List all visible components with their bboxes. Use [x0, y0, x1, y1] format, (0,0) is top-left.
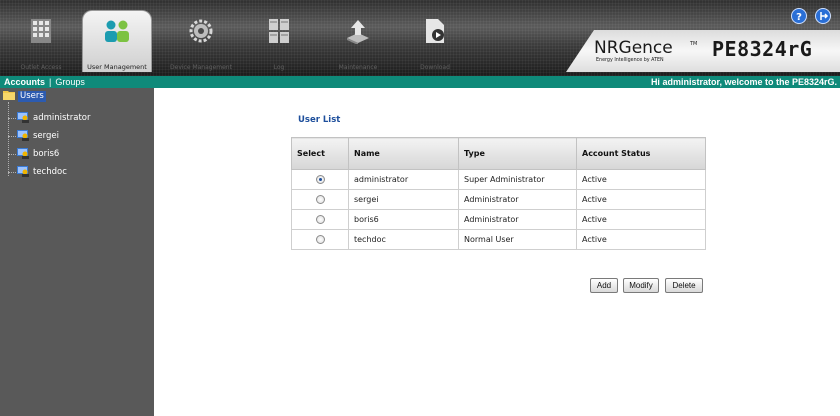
modify-button[interactable]: Modify [623, 278, 659, 293]
logo-tm: TM [689, 41, 697, 47]
delete-button[interactable]: Delete [665, 278, 703, 293]
folder-icon [3, 90, 15, 103]
log-icon [268, 18, 290, 46]
tree-branch [8, 117, 16, 119]
table-header-row: Select Name Type Account Status [291, 137, 706, 170]
sidebar-item-techdoc[interactable]: techdoc [8, 165, 67, 179]
select-cell [291, 209, 349, 230]
tab-label: Download [420, 64, 450, 71]
sidebar-item-label: administrator [33, 113, 91, 123]
subnav-separator: | [49, 77, 52, 87]
tree-branch [8, 135, 16, 137]
cell-name: administrator [348, 169, 459, 190]
sidebar-item-sergei[interactable]: sergei [8, 129, 59, 143]
user-list-table: Select Name Type Account Status administ… [291, 137, 706, 250]
sidebar-item-label: sergei [33, 131, 59, 141]
cell-status: Active [576, 229, 706, 250]
user-icon [16, 147, 30, 162]
sub-navigation-bar: Accounts | Groups Hi administrator, welcom… [0, 76, 840, 88]
tab-groups[interactable]: Groups [55, 76, 85, 88]
table-row: administrator Super Administrator Active [291, 169, 706, 190]
sidebar-user-tree: Users administrator sergei boris6 techdo… [0, 88, 154, 416]
tree-branch [8, 171, 16, 173]
select-cell [291, 229, 349, 250]
page-title: User List [298, 115, 341, 125]
cell-name: sergei [348, 189, 459, 210]
cell-status: Active [576, 189, 706, 210]
tab-label: Maintenance [338, 64, 378, 71]
top-header: Outlet Access User Management Device Man… [0, 0, 840, 76]
cell-status: Active [576, 169, 706, 190]
select-radio[interactable] [315, 235, 325, 244]
cell-type: Administrator [458, 209, 577, 230]
sidebar-item-label: techdoc [33, 167, 67, 177]
cell-name: boris6 [348, 209, 459, 230]
column-header-select: Select [291, 137, 349, 170]
tab-user-management[interactable]: User Management [82, 10, 152, 72]
select-radio[interactable] [315, 195, 325, 204]
select-cell [291, 189, 349, 210]
users-icon [102, 19, 132, 47]
cell-name: techdoc [348, 229, 459, 250]
user-icon [16, 165, 30, 180]
tab-label: Log [273, 64, 285, 71]
tab-download[interactable]: Download [402, 10, 468, 72]
tab-device-management[interactable]: Device Management [166, 10, 236, 72]
gear-icon [189, 18, 213, 46]
select-radio[interactable] [315, 215, 325, 224]
upload-icon [345, 18, 371, 46]
column-header-account-status: Account Status [576, 137, 706, 170]
sidebar-item-boris6[interactable]: boris6 [8, 147, 59, 161]
tab-log[interactable]: Log [244, 10, 314, 72]
tree-root-users[interactable]: Users [3, 90, 46, 102]
logout-icon[interactable] [815, 8, 831, 28]
logo-tagline: Energy Intelligence by ATEN [596, 57, 664, 63]
add-button[interactable]: Add [590, 278, 618, 293]
cell-status: Active [576, 209, 706, 230]
app-window: Outlet Access User Management Device Man… [0, 0, 840, 416]
model-name: PE8324rG [712, 37, 813, 61]
download-icon [424, 18, 446, 46]
nrgence-logo: NRGence TM Energy Intelligence by ATEN [592, 33, 708, 71]
user-icon [16, 129, 30, 144]
column-header-name: Name [348, 137, 459, 170]
cell-type: Normal User [458, 229, 577, 250]
select-radio[interactable] [315, 175, 325, 184]
cell-type: Administrator [458, 189, 577, 210]
cell-type: Super Administrator [458, 169, 577, 190]
table-row: sergei Administrator Active [291, 189, 706, 210]
welcome-message: Hi administrator, welcome to the PE8324r… [650, 77, 837, 87]
tab-outlet-access[interactable]: Outlet Access [8, 10, 74, 72]
sidebar-item-administrator[interactable]: administrator [8, 111, 91, 125]
tab-label: User Management [87, 63, 147, 71]
help-icon[interactable]: ? [791, 8, 807, 28]
tab-label: Outlet Access [20, 64, 62, 71]
column-header-type: Type [458, 137, 577, 170]
table-row: boris6 Administrator Active [291, 209, 706, 230]
user-icon [16, 111, 30, 126]
sidebar-item-label: boris6 [33, 149, 60, 159]
outlet-grid-icon [30, 18, 52, 46]
tab-accounts[interactable]: Accounts [4, 76, 45, 88]
tree-branch [8, 153, 16, 155]
tab-maintenance[interactable]: Maintenance [322, 10, 394, 72]
table-row: techdoc Normal User Active [291, 229, 706, 250]
tab-label: Device Management [170, 64, 232, 71]
select-cell [291, 169, 349, 190]
svg-text:?: ? [796, 12, 802, 23]
tree-root-label: Users [18, 90, 46, 102]
logo-text: NRGence [594, 38, 673, 58]
